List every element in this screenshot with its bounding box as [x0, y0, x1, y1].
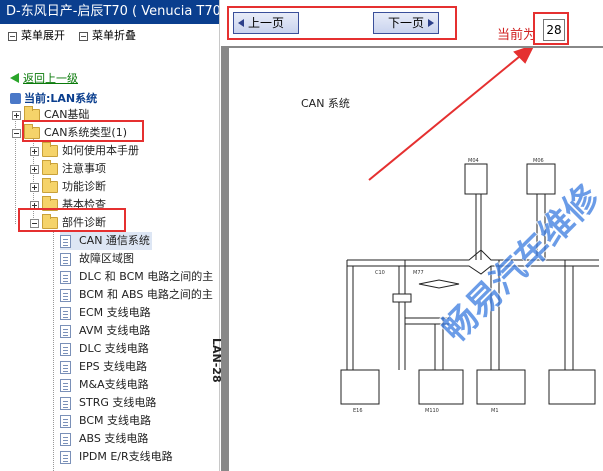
- window-title: D-东风日产-启辰T70 ( Venucia T70 ) -: [0, 0, 219, 24]
- connector-m77-label: M77: [413, 270, 424, 276]
- folder-icon: [42, 142, 58, 157]
- current-location: 当前:LAN系统: [10, 90, 97, 106]
- menu-expand-label: 菜单展开: [21, 29, 65, 42]
- folder-icon: [42, 178, 58, 193]
- tree-doc-label: STRG 支线电路: [79, 396, 157, 409]
- back-link[interactable]: 返回上一级: [10, 70, 78, 86]
- module-m04-label: M04: [468, 158, 479, 164]
- connector-c10-label: C10: [375, 270, 385, 276]
- computer-icon: [10, 92, 21, 104]
- folder-icon: [42, 160, 58, 175]
- module-ecm-box: [340, 369, 380, 405]
- module-m1-label: M1: [491, 408, 499, 414]
- document-icon: [60, 450, 71, 464]
- tree-doc-ecm[interactable]: ECM 支线电路: [60, 304, 151, 322]
- content-pane: 上一页 下一页 当前为 28 CAN 系统 LAN-28 M04 M06 C10…: [210, 0, 603, 471]
- menu-collapse-button[interactable]: 菜单折叠: [79, 24, 136, 48]
- tree-doc-label: BCM 支线电路: [79, 414, 152, 427]
- document-icon: [60, 360, 71, 374]
- navigation-pane: D-东风日产-启辰T70 ( Venucia T70 ) - 菜单展开 菜单折叠…: [0, 0, 220, 471]
- next-page-label: 下一页: [387, 16, 424, 30]
- document-icon: [60, 270, 71, 284]
- collapse-icon: [79, 31, 88, 41]
- expand-toggle-icon[interactable]: [30, 164, 39, 174]
- document-icon: [60, 378, 71, 392]
- expand-toggle-icon[interactable]: [12, 110, 21, 120]
- tree-doc-label: EPS 支线电路: [79, 360, 148, 373]
- document-icon: [60, 306, 71, 320]
- collapse-toggle-icon[interactable]: [12, 128, 21, 138]
- tree-doc-label: ABS 支线电路: [79, 432, 149, 445]
- tree-doc-fault-area[interactable]: 故障区域图: [60, 250, 134, 268]
- tree-guide: [53, 230, 54, 471]
- tree-doc-bcm-abs[interactable]: BCM 和 ABS 电路之间的主: [60, 286, 213, 304]
- document-page: CAN 系统 LAN-28 M04 M06 C10 M77 E16 M110 M…: [210, 48, 603, 471]
- tree-doc-abs[interactable]: ABS 支线电路: [60, 430, 148, 448]
- tree-doc-label: M&A支线电路: [79, 378, 149, 391]
- tree-doc-eps[interactable]: EPS 支线电路: [60, 358, 147, 376]
- module-eps-box: [548, 369, 596, 405]
- current-location-label: 当前:LAN系统: [24, 92, 98, 105]
- annotation-arrow: [368, 48, 534, 181]
- menu-collapse-label: 菜单折叠: [92, 29, 136, 42]
- document-icon: [60, 414, 71, 428]
- tree-item-label: 功能诊断: [62, 180, 106, 193]
- tree-item-precautions[interactable]: 注意事项: [30, 160, 106, 178]
- tree-item-how-to-use[interactable]: 如何使用本手册: [30, 142, 139, 160]
- module-m06-label: M06: [533, 158, 544, 164]
- tree-doc-avm[interactable]: AVM 支线电路: [60, 322, 150, 340]
- tree-doc-label: BCM 和 ABS 电路之间的主: [79, 288, 213, 301]
- arrow-right-icon: [428, 19, 434, 27]
- current-page-label: 当前为: [497, 28, 537, 43]
- tree-doc-label: DLC 支线电路: [79, 342, 149, 355]
- page-number-input[interactable]: 28: [543, 19, 565, 41]
- tree-doc-label: IPDM E/R支线电路: [79, 450, 173, 463]
- page-toolbar: 上一页 下一页 当前为 28: [221, 0, 603, 46]
- document-icon: [60, 432, 71, 446]
- document-icon: [60, 324, 71, 338]
- tree-doc-dlc[interactable]: DLC 支线电路: [60, 340, 149, 358]
- back-arrow-icon: [10, 73, 19, 83]
- page-side-label: LAN-28: [210, 338, 223, 383]
- expand-toggle-icon[interactable]: [30, 146, 39, 156]
- tree-doc-label: 故障区域图: [79, 252, 134, 265]
- next-page-button[interactable]: 下一页: [373, 12, 439, 34]
- highlight-box: [18, 208, 126, 232]
- module-bcm-box: [476, 369, 526, 405]
- document-icon: [60, 234, 71, 248]
- tree-doc-ipdm[interactable]: IPDM E/R支线电路: [60, 448, 173, 466]
- tree-doc-ma[interactable]: M&A支线电路: [60, 376, 149, 394]
- expand-toggle-icon[interactable]: [30, 182, 39, 192]
- document-icon: [60, 288, 71, 302]
- prev-page-button[interactable]: 上一页: [233, 12, 299, 34]
- tree-item-label: 如何使用本手册: [62, 144, 139, 157]
- arrow-left-icon: [238, 19, 244, 27]
- document-icon: [60, 252, 71, 266]
- back-link-label: 返回上一级: [23, 72, 78, 85]
- expand-icon: [8, 31, 17, 41]
- tree-doc-dlc-bcm[interactable]: DLC 和 BCM 电路之间的主: [60, 268, 213, 286]
- module-e16-label: E16: [353, 408, 363, 414]
- highlight-box: [22, 120, 144, 142]
- document-icon: [60, 396, 71, 410]
- module-avm-box: [418, 369, 464, 405]
- tree-doc-bcm[interactable]: BCM 支线电路: [60, 412, 151, 430]
- app-window: D-东风日产-启辰T70 ( Venucia T70 ) - 菜单展开 菜单折叠…: [0, 0, 603, 471]
- tree-doc-strg[interactable]: STRG 支线电路: [60, 394, 156, 412]
- tree-doc-label: AVM 支线电路: [79, 324, 151, 337]
- module-m04-box: [464, 163, 488, 195]
- tree-item-label: 注意事项: [62, 162, 106, 175]
- left-gutter: [221, 46, 229, 471]
- module-m110-label: M110: [425, 408, 439, 414]
- tree-item-function-diagnosis[interactable]: 功能诊断: [30, 178, 106, 196]
- tree-doc-label: ECM 支线电路: [79, 306, 151, 319]
- menu-expand-button[interactable]: 菜单展开: [8, 24, 65, 48]
- tree-doc-can-communication[interactable]: CAN 通信系统: [60, 232, 152, 250]
- module-m06-box: [526, 163, 556, 195]
- prev-page-label: 上一页: [247, 16, 284, 30]
- document-icon: [60, 342, 71, 356]
- tree-doc-label: DLC 和 BCM 电路之间的主: [79, 270, 214, 283]
- tree-doc-label: CAN 通信系统: [79, 234, 150, 247]
- menu-bar: 菜单展开 菜单折叠: [0, 24, 219, 48]
